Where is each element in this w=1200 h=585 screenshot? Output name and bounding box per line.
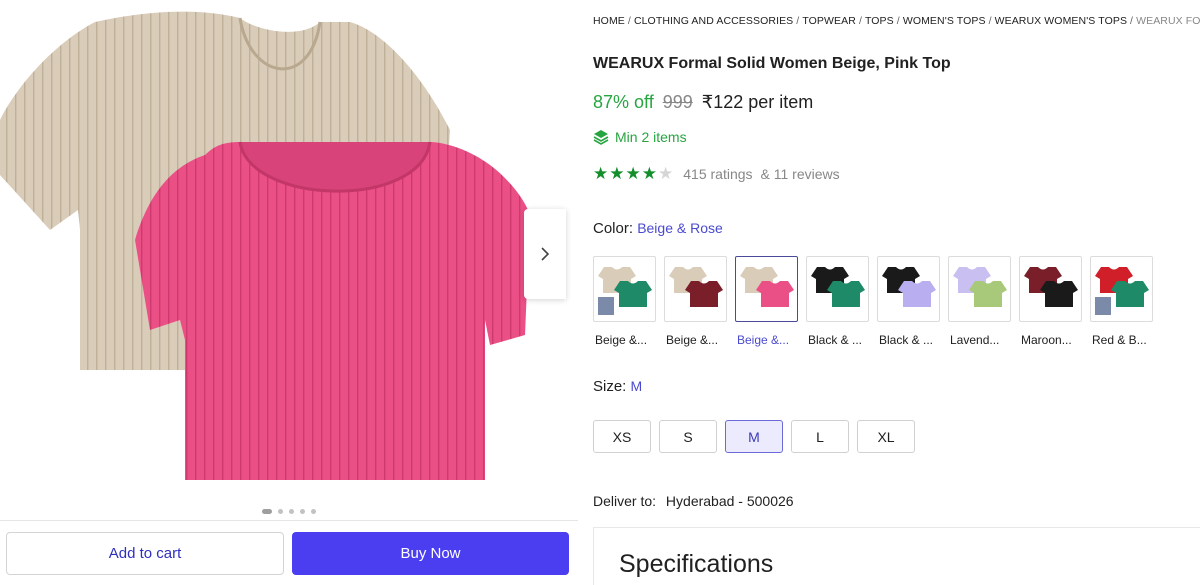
carousel-dot[interactable] [278,509,283,514]
breadcrumb-link[interactable]: HOME [593,15,625,27]
min-items-note: Min 2 items [593,129,687,145]
color-label: Color: [593,220,634,237]
star-empty-icon: ★ [658,164,674,183]
next-image-button[interactable] [524,209,566,299]
star-filled-icon: ★ [641,164,657,183]
color-swatches: Beige &... Beige &... Beige &... Black & ..… [593,256,1153,347]
star-filled-icon: ★ [609,164,625,183]
breadcrumb-link[interactable]: WOMEN'S TOPS [903,15,986,27]
breadcrumb-separator: / [988,15,992,27]
size-options: XS S M L XL [593,420,915,453]
swatch-label: Beige &... [666,333,719,347]
size-option-l[interactable]: L [791,420,849,453]
specifications-card: Specifications [593,527,1200,585]
color-swatch[interactable]: Black & ... [877,256,940,347]
swatch-label: Red & B... [1092,333,1147,347]
swatch-label: Maroon... [1021,333,1072,347]
carousel-dot[interactable] [311,509,316,514]
product-image-gallery [0,0,578,520]
swatch-thumbnail [877,256,940,322]
product-details: HOME / CLOTHING AND ACCESSORIES / TOPWEAR / TO… [593,0,1200,585]
pink-top-shape [135,142,530,480]
size-option-xl[interactable]: XL [857,420,915,453]
swatch-thumbnail [735,256,798,322]
breadcrumb-separator: / [858,15,862,27]
size-option-m[interactable]: M [725,420,783,453]
breadcrumb-separator: / [896,15,900,27]
color-swatch[interactable]: Beige &... [664,256,727,347]
specifications-title: Specifications [619,550,774,578]
breadcrumb-separator: / [1130,15,1134,27]
selected-color: Beige & Rose [637,220,723,236]
buy-now-button[interactable]: Buy Now [292,532,569,575]
star-filled-icon: ★ [625,164,641,183]
carousel-dot[interactable] [289,509,294,514]
carousel-dot[interactable] [262,509,272,514]
deliver-label: Deliver to: [593,493,657,509]
swatch-thumbnail [593,256,656,322]
breadcrumb-current[interactable]: WEARUX FORMAL [1136,15,1200,27]
selling-price: ₹122 per item [701,92,814,112]
size-option-s[interactable]: S [659,420,717,453]
chevron-right-icon [541,247,550,261]
carousel-dots [0,509,578,514]
breadcrumb: HOME / CLOTHING AND ACCESSORIES / TOPWEAR / TO… [593,15,1200,27]
breadcrumb-link[interactable]: TOPS [865,15,894,27]
product-image[interactable] [0,0,578,505]
selected-size: M [630,378,643,394]
delivery-row: Deliver to: Hyderabad - 500026 [593,493,794,509]
purchase-actions: Add to cart Buy Now [0,520,578,585]
swatch-thumbnail [664,256,727,322]
swatch-thumbnail [806,256,869,322]
swatch-label: Beige &... [737,333,790,347]
star-filled-icon: ★ [593,164,609,183]
size-heading: Size: M [593,378,642,395]
swatch-thumbnail [948,256,1011,322]
breadcrumb-link[interactable]: WEARUX WOMEN'S TOPS [995,15,1127,27]
color-swatch[interactable]: Beige &... [593,256,656,347]
size-label: Size: [593,378,627,395]
swatch-label: Black & ... [808,333,863,347]
color-swatch[interactable]: Black & ... [806,256,869,347]
color-swatch[interactable]: Red & B... [1090,256,1153,347]
rating-row[interactable]: ★ ★ ★ ★ ★ 415 ratings & 11 reviews [593,165,840,182]
discount-label: 87% off [593,92,654,112]
reviews-count: & 11 reviews [760,165,840,182]
stack-icon [593,130,609,145]
color-swatch[interactable]: Beige &... [735,256,798,347]
price-row: 87% off 999 ₹122 per item [593,92,813,113]
carousel-dot[interactable] [300,509,305,514]
add-to-cart-button[interactable]: Add to cart [6,532,284,575]
color-swatch[interactable]: Maroon... [1019,256,1082,347]
product-title: WEARUX Formal Solid Women Beige, Pink To… [593,55,951,72]
original-price: 999 [662,92,693,112]
breadcrumb-separator: / [627,15,631,27]
breadcrumb-separator: / [796,15,800,27]
swatch-label: Black & ... [879,333,934,347]
size-option-xs[interactable]: XS [593,420,651,453]
swatch-label: Beige &... [595,333,648,347]
breadcrumb-link[interactable]: TOPWEAR [802,15,856,27]
min-items-label: Min 2 items [615,129,687,145]
delivery-location[interactable]: Hyderabad - 500026 [666,493,794,509]
swatch-label: Lavend... [950,333,1000,347]
breadcrumb-link[interactable]: CLOTHING AND ACCESSORIES [634,15,793,27]
star-rating: ★ ★ ★ ★ ★ [593,165,673,182]
swatch-thumbnail [1019,256,1082,322]
ratings-count: 415 ratings [683,165,753,182]
color-heading: Color: Beige & Rose [593,220,723,237]
color-swatch[interactable]: Lavend... [948,256,1011,347]
swatch-thumbnail [1090,256,1153,322]
